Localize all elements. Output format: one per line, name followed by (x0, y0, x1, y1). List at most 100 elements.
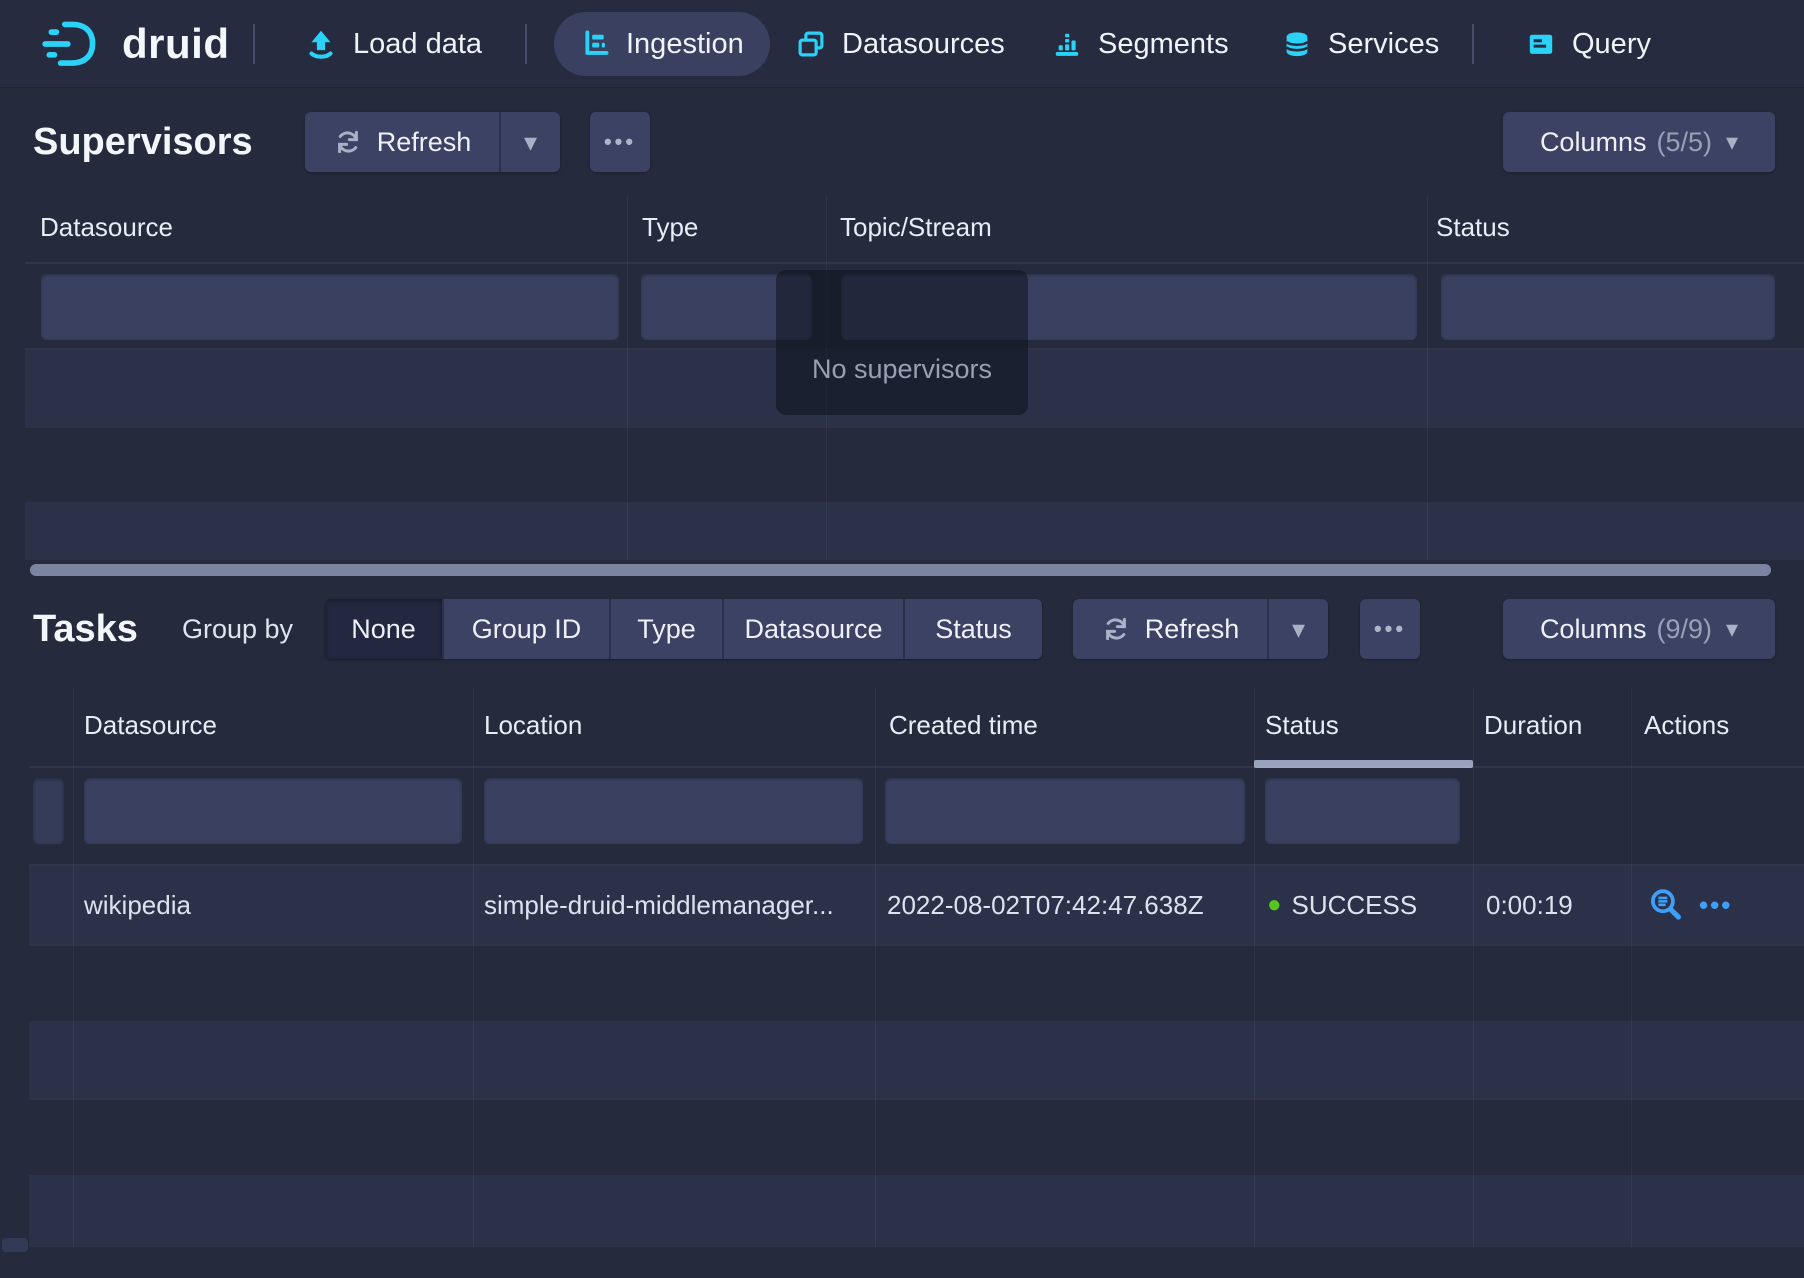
bar-chart-icon (1051, 28, 1083, 60)
columns-label: Columns (1540, 127, 1647, 158)
header-divider (25, 262, 1804, 264)
nav-item-datasources[interactable]: Datasources (795, 0, 1005, 88)
filter-input-datasource[interactable] (84, 778, 462, 844)
group-by-option-datasource[interactable]: Datasource (722, 599, 903, 659)
nav-divider (1472, 24, 1474, 64)
no-data-overlay: No supervisors (776, 270, 1028, 415)
task-details-icon[interactable] (1647, 886, 1685, 924)
druid-logo[interactable]: druid (40, 0, 229, 88)
tasks-title: Tasks (33, 599, 138, 659)
filter-input-location[interactable] (484, 778, 863, 844)
nav-item-query[interactable]: Query (1525, 0, 1651, 88)
supervisors-columns-button[interactable]: Columns (5/5) ▾ (1503, 112, 1775, 172)
group-by-label: Group by (182, 599, 293, 659)
more-icon: ••• (1374, 618, 1406, 640)
group-by-segmented: None Group ID Type Datasource Status (325, 599, 1042, 659)
column-header-duration[interactable]: Duration (1484, 710, 1582, 741)
column-header-datasource[interactable]: Datasource (40, 212, 173, 243)
table-row (29, 1175, 1804, 1247)
refresh-caret-button[interactable]: ▾ (1267, 599, 1328, 659)
cell-created-time: 2022-08-02T07:42:47.638Z (887, 866, 1204, 944)
refresh-button[interactable]: Refresh (305, 112, 499, 172)
column-divider (1473, 688, 1474, 1247)
column-divider (1631, 688, 1632, 1247)
group-by-option-none[interactable]: None (325, 599, 442, 659)
console-icon (1525, 28, 1557, 60)
cell-datasource: wikipedia (84, 866, 191, 944)
upload-icon (304, 27, 338, 61)
nav-item-label: Segments (1098, 28, 1229, 61)
refresh-label: Refresh (1145, 614, 1240, 645)
column-header-status[interactable]: Status (1265, 710, 1339, 741)
gantt-chart-icon (580, 28, 612, 60)
tasks-columns-button[interactable]: Columns (9/9) ▾ (1503, 599, 1775, 659)
supervisors-title: Supervisors (33, 112, 253, 172)
tasks-table: Datasource Location Created time Status … (29, 688, 1804, 1247)
column-header-actions[interactable]: Actions (1644, 710, 1729, 741)
columns-count: (9/9) (1656, 614, 1712, 645)
brand-text: druid (122, 20, 229, 68)
nav-item-segments[interactable]: Segments (1051, 0, 1229, 88)
column-header-location[interactable]: Location (484, 710, 582, 741)
column-header-datasource[interactable]: Datasource (84, 710, 217, 741)
refresh-icon (333, 127, 363, 157)
row-divider (25, 426, 1804, 428)
supervisors-refresh-split: Refresh ▾ (305, 112, 560, 172)
more-icon: ••• (604, 131, 636, 153)
cell-duration: 0:00:19 (1486, 866, 1573, 944)
column-divider (627, 196, 628, 560)
chevron-down-icon: ▾ (1726, 128, 1738, 157)
supervisors-more-button[interactable]: ••• (590, 112, 650, 172)
database-icon (1281, 28, 1313, 60)
refresh-icon (1101, 614, 1131, 644)
table-row-wikipedia[interactable]: wikipedia simple-druid-middlemanager... … (29, 866, 1804, 944)
column-divider (73, 688, 74, 1247)
nav-item-services[interactable]: Services (1281, 0, 1439, 88)
columns-count: (5/5) (1656, 127, 1712, 158)
cell-actions: ••• (1647, 866, 1732, 944)
refresh-label: Refresh (377, 127, 472, 158)
table-row (29, 1098, 1804, 1175)
tasks-more-button[interactable]: ••• (1360, 599, 1420, 659)
empty-message: No supervisors (776, 354, 1028, 385)
filter-input-status[interactable] (1265, 778, 1460, 844)
druid-logo-icon (40, 19, 106, 69)
filter-input-task-id-partial[interactable] (33, 778, 64, 844)
status-badge: SUCCESS (1292, 890, 1418, 921)
status-dot: ● (1267, 891, 1282, 919)
column-divider (1427, 196, 1428, 560)
nav-item-label: Load data (353, 28, 482, 61)
column-header-type[interactable]: Type (642, 212, 698, 243)
supervisors-horizontal-scrollbar[interactable] (30, 564, 1771, 576)
column-divider (875, 688, 876, 1247)
nav-divider (253, 24, 255, 64)
nav-item-label: Query (1572, 28, 1651, 61)
nav-item-ingestion[interactable]: Ingestion (554, 12, 770, 76)
nav-item-load-data[interactable]: Load data (304, 0, 482, 88)
chevron-down-icon: ▾ (1726, 615, 1738, 644)
group-by-option-group-id[interactable]: Group ID (442, 599, 609, 659)
top-nav: druid Load data Ingestion (0, 0, 1804, 88)
cell-status: ● SUCCESS (1267, 866, 1417, 944)
refresh-caret-button[interactable]: ▾ (499, 112, 560, 172)
chevron-down-icon: ▾ (1292, 614, 1305, 645)
layers-icon (795, 28, 827, 60)
group-by-option-type[interactable]: Type (609, 599, 722, 659)
column-divider (473, 688, 474, 1247)
row-actions-icon[interactable]: ••• (1699, 890, 1732, 921)
tasks-scrollbar-corner[interactable] (2, 1238, 28, 1252)
column-header-status[interactable]: Status (1436, 212, 1510, 243)
filter-input-datasource[interactable] (41, 274, 619, 340)
header-divider (29, 766, 1804, 768)
column-divider (1254, 688, 1255, 1247)
group-by-option-status[interactable]: Status (903, 599, 1042, 659)
table-row (29, 1021, 1804, 1098)
refresh-button[interactable]: Refresh (1073, 599, 1267, 659)
filter-input-status[interactable] (1441, 274, 1775, 340)
supervisors-table: Datasource Type Topic/Stream Status No s… (25, 196, 1804, 560)
filter-input-created-time[interactable] (885, 778, 1245, 844)
nav-item-label: Services (1328, 28, 1439, 61)
column-header-created-time[interactable]: Created time (889, 710, 1038, 741)
column-header-topic-stream[interactable]: Topic/Stream (840, 212, 992, 243)
nav-item-label: Datasources (842, 28, 1005, 61)
